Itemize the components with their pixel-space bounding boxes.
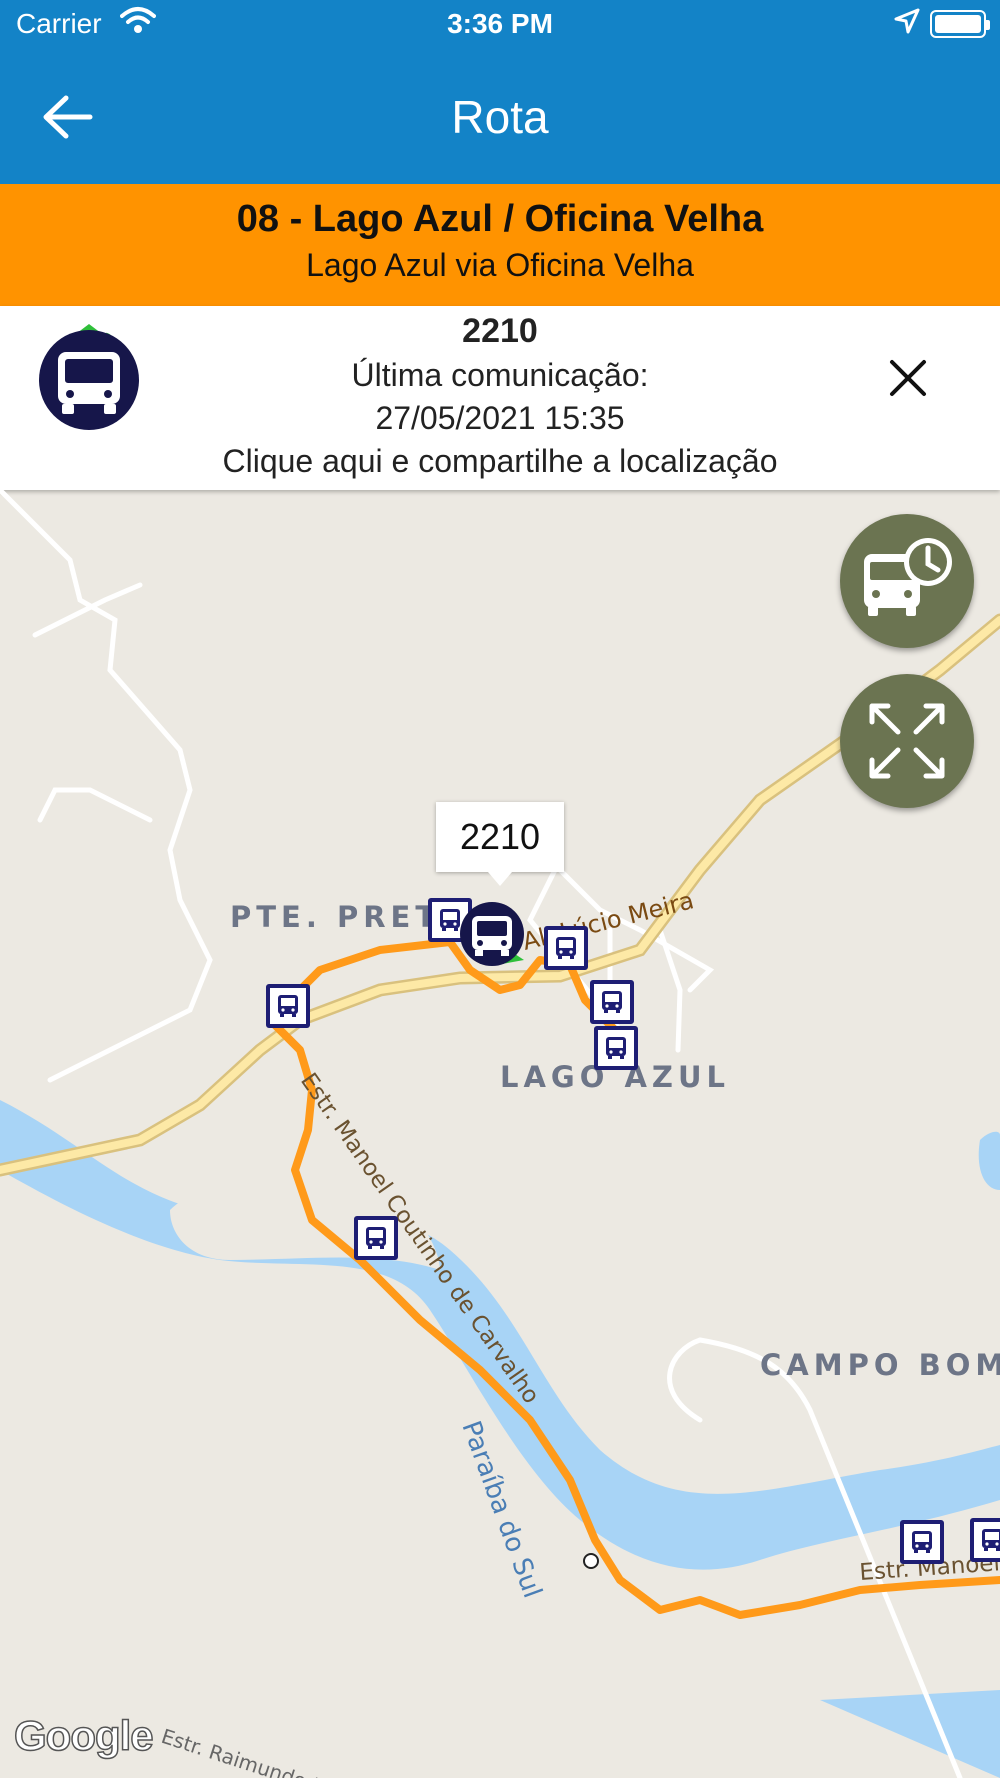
location-arrow-icon [894, 8, 920, 34]
route-name: 08 - Lago Azul / Oficina Velha [236, 198, 764, 240]
bus-stop-marker[interactable] [900, 1520, 944, 1564]
bus-stop-marker[interactable] [590, 980, 634, 1024]
share-location-link[interactable]: Clique aqui e compartilhe a localização [0, 443, 1000, 480]
close-icon[interactable] [886, 356, 930, 400]
clock: 3:36 PM [447, 8, 553, 39]
bus-stop-marker[interactable] [544, 926, 588, 970]
road-label-raimundo: Estr. Raimundo Padilha [158, 1724, 384, 1778]
bus-avatar-icon [39, 324, 139, 430]
bus-clock-icon [864, 538, 952, 616]
status-bar: Carrier 3:36 PM [0, 0, 1000, 52]
fullscreen-button[interactable] [840, 674, 974, 808]
route-subtitle: Lago Azul via Oficina Velha [306, 247, 694, 283]
bus-stop-marker[interactable] [594, 1026, 638, 1070]
last-communication-label: Última comunicação: [351, 357, 649, 393]
google-attribution: Google [13, 1711, 154, 1760]
vehicle-card[interactable]: 2210 Última comunicação: 27/05/2021 15:3… [0, 306, 1000, 490]
bus-stop-marker[interactable] [266, 984, 310, 1028]
route-banner: 08 - Lago Azul / Oficina Velha Lago Azul… [0, 184, 1000, 306]
expand-icon [869, 703, 945, 779]
bus-stop-marker[interactable] [354, 1216, 398, 1260]
vehicle-id: 2210 [462, 312, 538, 350]
nav-bar: Rota [0, 52, 1000, 184]
header: Carrier 3:36 PM Rota [0, 0, 1000, 184]
last-communication-time: 27/05/2021 15:35 [375, 400, 625, 436]
area-label-campo-bom: CAMPO BOM [760, 1348, 1000, 1382]
bus-stop-marker[interactable] [970, 1518, 1000, 1562]
vehicle-callout[interactable]: 2210 [436, 802, 564, 886]
app-screen: Carrier 3:36 PM Rota 08 - Lago Azul / Of… [0, 0, 1000, 1778]
page-title: Rota [451, 91, 549, 143]
vehicle-marker-icon[interactable] [458, 900, 530, 972]
battery-icon [930, 10, 990, 38]
schedule-button[interactable] [840, 514, 974, 648]
map-view[interactable]: Al. Lúcio Meira Estr. Manoel Coutinho de… [0, 490, 1000, 1778]
